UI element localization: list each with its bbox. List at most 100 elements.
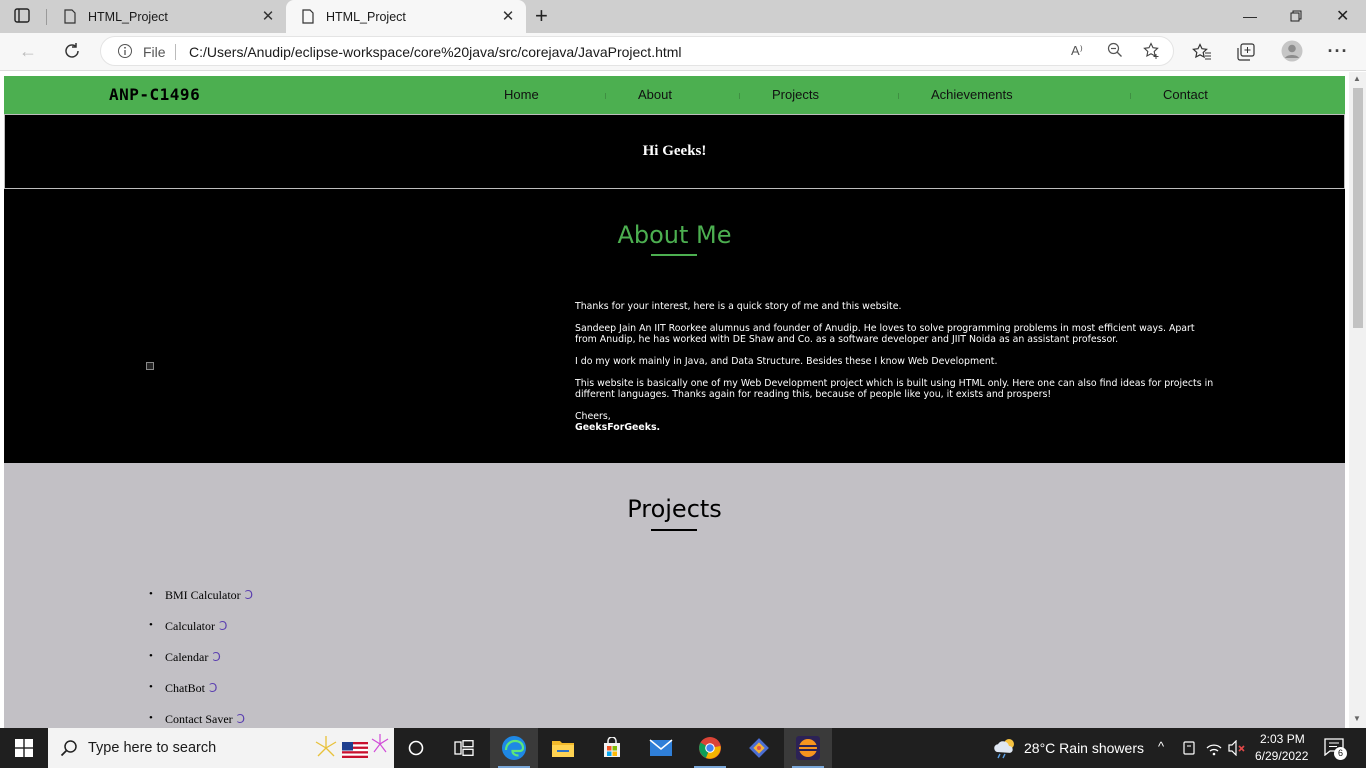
- tab-actions-icon[interactable]: [14, 8, 32, 24]
- task-view-icon[interactable]: [440, 728, 488, 768]
- about-paragraph: Thanks for your interest, here is a quic…: [575, 301, 902, 312]
- scroll-down-icon[interactable]: ▼: [1353, 714, 1361, 723]
- list-item: • ChatBot Ↄ: [149, 681, 253, 712]
- hero-title: Hi Geeks!: [642, 143, 707, 159]
- chevron-up-icon[interactable]: ^: [1158, 739, 1164, 754]
- minimize-icon[interactable]: —: [1243, 8, 1257, 24]
- info-icon[interactable]: [117, 43, 133, 59]
- favorites-icon[interactable]: [1190, 40, 1214, 64]
- close-tab-icon[interactable]: ✕: [260, 8, 276, 25]
- list-item: • BMI Calculator Ↄ: [149, 588, 253, 619]
- bullet: •: [149, 619, 153, 631]
- cortana-icon[interactable]: [392, 728, 440, 768]
- nav-divider: [1130, 93, 1131, 99]
- weather-icon[interactable]: [992, 737, 1018, 759]
- search-placeholder: Type here to search: [88, 740, 217, 756]
- tab-separator: [46, 9, 47, 25]
- url-text[interactable]: C:/Users/Anudip/eclipse-workspace/core%2…: [189, 44, 682, 60]
- volume-muted-icon[interactable]: [1228, 739, 1246, 757]
- site-logo[interactable]: ANP-C1496: [109, 85, 200, 104]
- nav-contact[interactable]: Contact: [1163, 87, 1208, 102]
- clock-time[interactable]: 2:03 PM: [1260, 732, 1305, 746]
- chrome-icon[interactable]: [686, 728, 734, 768]
- nav-divider: [898, 93, 899, 99]
- vertical-scrollbar[interactable]: ▲ ▼: [1349, 72, 1366, 728]
- bullet: •: [149, 588, 153, 600]
- page-icon: [62, 9, 78, 25]
- page-viewport: ANP-C1496 Home About Projects Achievemen…: [0, 72, 1366, 728]
- file-explorer-icon[interactable]: [539, 728, 587, 768]
- device-icon[interactable]: [1182, 740, 1196, 756]
- heading-underline: [651, 529, 697, 531]
- tab-title: HTML_Project: [326, 9, 406, 24]
- back-icon[interactable]: ←: [16, 39, 40, 63]
- clock-date[interactable]: 6/29/2022: [1255, 749, 1308, 763]
- project-link-icon[interactable]: Ↄ: [237, 712, 245, 727]
- zoom-out-icon[interactable]: [1107, 42, 1123, 58]
- project-link-icon[interactable]: Ↄ: [219, 619, 227, 634]
- list-item: • Calculator Ↄ: [149, 619, 253, 650]
- scheme-label: File: [143, 44, 166, 60]
- search-icon: [60, 739, 78, 757]
- tab-title: HTML_Project: [88, 9, 168, 24]
- scroll-up-icon[interactable]: ▲: [1353, 74, 1361, 83]
- mail-icon[interactable]: [637, 728, 685, 768]
- address-bar[interactable]: File C:/Users/Anudip/eclipse-workspace/c…: [100, 36, 1174, 66]
- browser-tab-strip: HTML_Project ✕ HTML_Project ✕ + — ✕: [0, 0, 1366, 33]
- project-name: Calendar: [165, 650, 209, 664]
- nav-achievements[interactable]: Achievements: [931, 87, 1013, 102]
- add-favorite-icon[interactable]: [1143, 42, 1161, 60]
- collections-icon[interactable]: [1234, 40, 1258, 64]
- dev-tool-icon[interactable]: [735, 728, 783, 768]
- taskbar-search-box[interactable]: Type here to search: [48, 728, 394, 768]
- nav-projects[interactable]: Projects: [772, 87, 819, 102]
- weather-text[interactable]: 28°C Rain showers: [1024, 740, 1144, 756]
- project-name: ChatBot: [165, 681, 206, 695]
- new-tab-icon[interactable]: +: [535, 5, 555, 27]
- edge-browser-icon[interactable]: [490, 728, 538, 768]
- about-section: About Me Thanks for your interest, here …: [4, 189, 1345, 463]
- bullet: •: [149, 681, 153, 693]
- store-icon[interactable]: [588, 728, 636, 768]
- project-name: Calculator: [165, 619, 215, 633]
- project-link-icon[interactable]: Ↄ: [212, 650, 220, 665]
- network-icon[interactable]: [1205, 740, 1223, 756]
- about-signature: GeeksForGeeks.: [575, 422, 661, 433]
- eclipse-ide-icon[interactable]: [784, 728, 832, 768]
- notification-center-icon[interactable]: 6: [1324, 738, 1348, 760]
- about-heading: About Me: [617, 221, 732, 249]
- project-link-icon[interactable]: Ↄ: [209, 681, 217, 696]
- project-name: Contact Saver: [165, 712, 233, 726]
- nav-divider: [605, 93, 606, 99]
- about-paragraph: Sandeep Jain An IIT Roorkee alumnus and …: [575, 323, 1195, 345]
- notification-badge: 6: [1334, 747, 1347, 760]
- hero-banner: Hi Geeks!: [4, 114, 1345, 189]
- browser-tab-1[interactable]: HTML_Project ✕: [48, 0, 286, 33]
- browser-tab-2-active[interactable]: HTML_Project ✕: [286, 0, 526, 33]
- about-paragraph: This website is basically one of my Web …: [575, 378, 1214, 400]
- broken-image-icon: [146, 362, 154, 370]
- list-item: • Calendar Ↄ: [149, 650, 253, 681]
- close-tab-icon[interactable]: ✕: [500, 8, 516, 25]
- about-paragraph: I do my work mainly in Java, and Data St…: [575, 356, 998, 367]
- refresh-icon[interactable]: [60, 39, 84, 63]
- project-name: BMI Calculator: [165, 588, 241, 602]
- nav-divider: [739, 93, 740, 99]
- close-window-icon[interactable]: ✕: [1336, 6, 1349, 26]
- bullet: •: [149, 650, 153, 662]
- projects-section: Projects • BMI Calculator Ↄ • Calculator…: [4, 463, 1345, 728]
- scroll-thumb[interactable]: [1353, 88, 1363, 328]
- nav-home[interactable]: Home: [504, 87, 539, 102]
- restore-icon[interactable]: [1290, 9, 1302, 22]
- list-item: • Contact Saver Ↄ: [149, 712, 253, 728]
- page-icon: [300, 9, 316, 25]
- profile-avatar-icon[interactable]: [1280, 39, 1304, 63]
- start-windows-icon[interactable]: [0, 728, 48, 768]
- bullet: •: [149, 712, 153, 724]
- fireworks-flag-icon[interactable]: [310, 730, 390, 766]
- project-list: • BMI Calculator Ↄ • Calculator Ↄ • Cale…: [149, 588, 253, 728]
- more-menu-icon[interactable]: ···: [1326, 39, 1350, 63]
- read-aloud-icon[interactable]: A⁾: [1071, 43, 1083, 59]
- project-link-icon[interactable]: Ↄ: [245, 588, 253, 603]
- nav-about[interactable]: About: [638, 87, 672, 102]
